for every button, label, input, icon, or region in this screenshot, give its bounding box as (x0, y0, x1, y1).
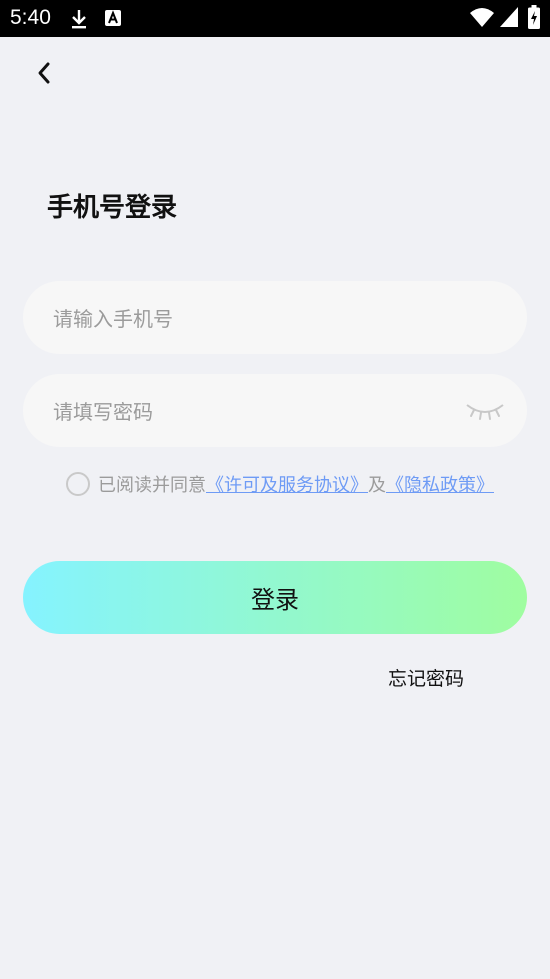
eye-closed-icon[interactable] (465, 399, 505, 421)
agree-radio[interactable] (66, 472, 90, 496)
login-button[interactable]: 登录 (23, 561, 527, 634)
phone-field[interactable] (23, 281, 527, 356)
chevron-left-icon (36, 61, 52, 89)
status-bar: 5:40 (0, 0, 550, 37)
phone-input[interactable] (51, 281, 475, 356)
signal-icon (500, 7, 518, 31)
password-field[interactable] (23, 374, 527, 449)
page-title: 手机号登录 (47, 193, 178, 223)
agreement-and: 及 (368, 475, 386, 496)
terms-link[interactable]: 《许可及服务协议》 (206, 471, 368, 497)
agreement-prefix: 已阅读并同意 (98, 475, 206, 496)
password-input[interactable] (51, 374, 475, 449)
agreement-row: 已阅读并同意 《许可及服务协议》 及 《隐私政策》 (66, 472, 494, 496)
download-icon (70, 8, 88, 34)
status-time: 5:40 (10, 6, 51, 29)
back-button[interactable] (28, 58, 60, 92)
app-notification-icon (104, 8, 122, 32)
wifi-icon (470, 7, 494, 31)
privacy-link[interactable]: 《隐私政策》 (386, 471, 494, 497)
forgot-password-link[interactable]: 忘记密码 (388, 666, 464, 692)
battery-icon (528, 5, 540, 33)
